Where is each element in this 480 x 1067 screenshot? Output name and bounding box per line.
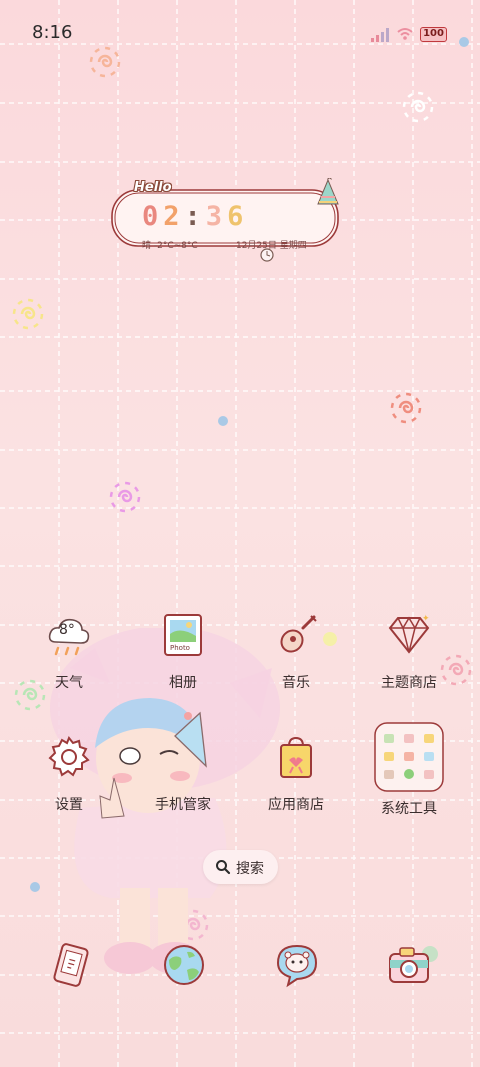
- battery-indicator: 100: [420, 27, 447, 42]
- wifi-icon: [397, 28, 413, 40]
- widget-date-text: 12月25日 星期四: [236, 241, 307, 251]
- widget-clock-time: 02:36: [142, 201, 249, 232]
- search-label: 搜索: [236, 861, 264, 877]
- app-theme-store-label: 主题商店: [381, 675, 437, 691]
- app-settings-label: 设置: [55, 797, 83, 813]
- folder-icon: [374, 722, 444, 792]
- app-store[interactable]: 应用商店: [241, 734, 351, 814]
- folder-system-tools[interactable]: 系统工具: [354, 722, 464, 818]
- camera-icon[interactable]: [386, 942, 432, 988]
- signal-bars-icon: [371, 28, 389, 42]
- app-weather-label: 天气: [55, 675, 83, 691]
- app-theme-store[interactable]: ✦ 主题商店: [354, 612, 464, 692]
- app-store-label: 应用商店: [268, 797, 324, 813]
- widget-weather-text: 晴 -2°C~8°C: [142, 241, 198, 251]
- search-button[interactable]: 搜索: [203, 850, 278, 884]
- svg-text:★: ★: [325, 178, 334, 183]
- search-icon: [216, 860, 231, 875]
- weather-cloud-icon: 8°: [46, 612, 92, 658]
- gear-icon: [46, 734, 92, 780]
- status-time: 8:16: [32, 22, 73, 43]
- shopping-bag-icon: [273, 734, 319, 780]
- phone-icon[interactable]: [48, 942, 94, 988]
- app-music[interactable]: 音乐: [241, 612, 351, 692]
- widget-hello: Hello: [134, 180, 172, 195]
- app-weather[interactable]: 8° 天气: [14, 612, 124, 692]
- weather-temp: 8°: [59, 622, 75, 638]
- app-phone-manager[interactable]: 手机管家: [128, 734, 238, 814]
- app-music-label: 音乐: [282, 675, 310, 691]
- app-gallery[interactable]: Photo 相册: [128, 612, 238, 692]
- messages-icon[interactable]: [274, 942, 320, 988]
- app-phone-manager-label: 手机管家: [155, 797, 211, 813]
- app-gallery-label: 相册: [169, 675, 197, 691]
- guitar-icon: [273, 612, 319, 658]
- status-bar: 8:16 100: [0, 0, 480, 68]
- diamond-icon: ✦: [386, 612, 432, 658]
- gallery-badge: Photo: [170, 644, 190, 652]
- browser-globe-icon[interactable]: [161, 942, 207, 988]
- svg-text:✦: ✦: [422, 614, 430, 624]
- app-settings[interactable]: 设置: [14, 734, 124, 814]
- photo-frame-icon: Photo: [160, 612, 206, 658]
- folder-system-tools-label: 系统工具: [381, 801, 437, 817]
